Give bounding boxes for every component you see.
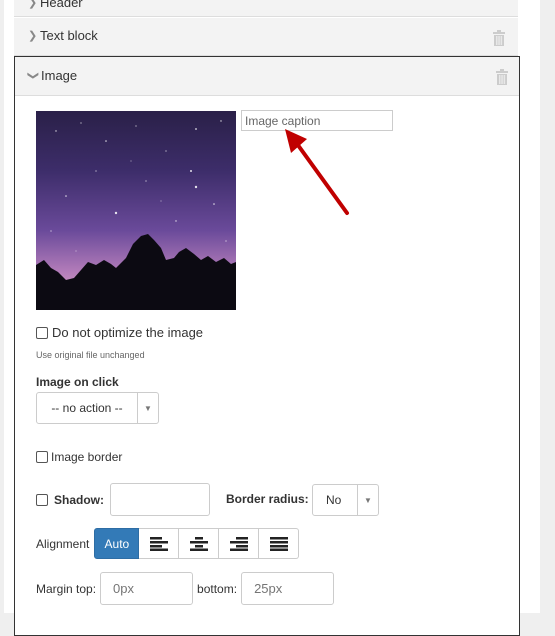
image-thumbnail[interactable] bbox=[36, 111, 236, 310]
optimize-hint: Use original file unchanged bbox=[36, 350, 145, 360]
accordion-title[interactable]: ❯ Header bbox=[28, 0, 83, 10]
shadow-label: Shadow: bbox=[54, 492, 104, 507]
margin-bottom-input[interactable] bbox=[241, 572, 335, 605]
image-border-label: Image border bbox=[51, 450, 123, 464]
align-justify-icon bbox=[269, 536, 288, 551]
dropdown-caret-icon: ▼ bbox=[137, 393, 158, 423]
margin-bottom-label: bottom: bbox=[197, 581, 238, 596]
accordion-item-text-block[interactable]: ❯ Text block bbox=[14, 18, 518, 56]
alignment-label: Alignment bbox=[36, 536, 90, 551]
annotation-arrow-icon bbox=[285, 129, 349, 215]
accordion-item-image: ❯ Image Image caption Do not optimize th… bbox=[14, 56, 520, 636]
dropdown-caret-icon: ▼ bbox=[357, 485, 378, 515]
alignment-button-group: Auto bbox=[94, 528, 300, 559]
accordion-item-header[interactable]: ❯ Header bbox=[14, 0, 518, 17]
trees-silhouette bbox=[36, 234, 236, 310]
optimize-checkbox-row[interactable]: Do not optimize the image bbox=[36, 325, 203, 340]
on-click-select[interactable]: -- no action -- ▼ bbox=[36, 392, 159, 424]
align-left-icon bbox=[149, 536, 168, 551]
chevron-right-icon: ❯ bbox=[28, 0, 38, 9]
accordion-title[interactable]: ❯ Text block bbox=[28, 28, 98, 43]
margin-top-label: Margin top: bbox=[36, 581, 97, 596]
align-left-button[interactable] bbox=[139, 528, 180, 559]
border-radius-select[interactable]: No ▼ bbox=[312, 484, 379, 516]
align-justify-button[interactable] bbox=[259, 528, 300, 559]
on-click-label: Image on click bbox=[36, 375, 119, 389]
accordion-title[interactable]: ❯ Image bbox=[27, 68, 78, 83]
image-border-row[interactable]: Image border bbox=[36, 450, 122, 464]
accordion-header-image[interactable]: ❯ Image bbox=[15, 57, 519, 96]
align-center-button[interactable] bbox=[179, 528, 220, 559]
margin-row: Margin top: bottom: bbox=[36, 572, 335, 605]
trash-icon[interactable] bbox=[495, 69, 509, 85]
align-right-icon bbox=[229, 536, 248, 551]
on-click-value: -- no action -- bbox=[51, 401, 123, 415]
chevron-down-icon: ❯ bbox=[27, 71, 39, 81]
chevron-right-icon: ❯ bbox=[28, 30, 38, 42]
accordion-label: Text block bbox=[40, 28, 98, 43]
image-border-checkbox[interactable] bbox=[36, 451, 48, 463]
border-radius-label: Border radius: bbox=[226, 492, 309, 506]
align-center-icon bbox=[189, 536, 208, 551]
align-right-button[interactable] bbox=[219, 528, 260, 559]
shadow-checkbox[interactable] bbox=[36, 493, 48, 506]
accordion-label: Image bbox=[41, 68, 78, 83]
optimize-checkbox[interactable] bbox=[36, 326, 48, 339]
shadow-row: Shadow: bbox=[36, 483, 210, 516]
margin-top-input[interactable] bbox=[100, 572, 194, 605]
accordion-label: Header bbox=[40, 0, 83, 10]
editor-panel: ❯ Header ❯ Text block ❯ Image Image capt… bbox=[4, 0, 540, 636]
border-radius-value: No bbox=[326, 493, 342, 507]
shadow-input[interactable] bbox=[110, 483, 210, 516]
align-auto-button[interactable]: Auto bbox=[94, 528, 140, 559]
alignment-row: Alignment Auto bbox=[36, 528, 300, 559]
optimize-label: Do not optimize the image bbox=[52, 325, 204, 340]
trash-icon[interactable] bbox=[492, 30, 506, 46]
